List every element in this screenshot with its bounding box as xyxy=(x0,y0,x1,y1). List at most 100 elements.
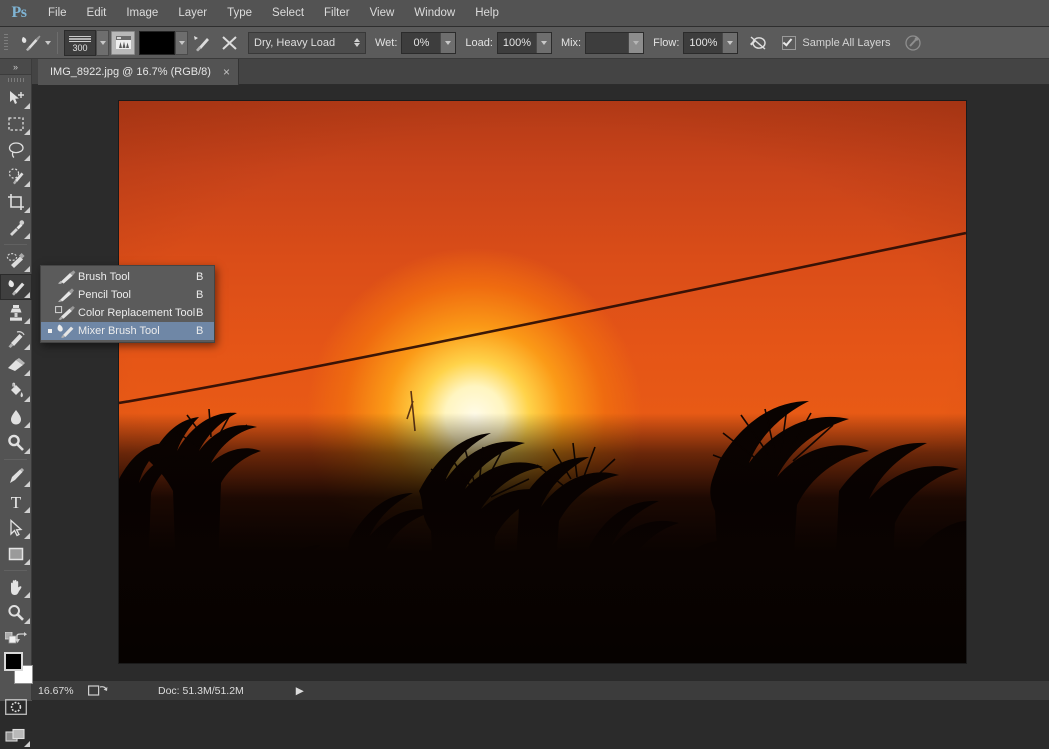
dodge-tool[interactable] xyxy=(0,430,32,456)
flyout-item-color-replacement-tool[interactable]: Color Replacement Tool B xyxy=(41,304,214,322)
blur-tool[interactable] xyxy=(0,404,32,430)
expand-toolbar-button[interactable]: » xyxy=(0,59,31,75)
spot-healing-brush-tool[interactable] xyxy=(0,248,32,274)
path-selection-tool[interactable] xyxy=(0,515,32,541)
eraser-tool[interactable] xyxy=(0,352,32,378)
quick-selection-tool[interactable] xyxy=(0,163,32,189)
mix-field[interactable] xyxy=(585,31,645,54)
load-chevron-down-icon[interactable] xyxy=(535,32,551,53)
blend-preset-spinner-icon[interactable] xyxy=(354,38,360,47)
zoom-level-value[interactable]: 16.67% xyxy=(38,685,88,697)
hand-tool[interactable] xyxy=(0,574,32,600)
pen-tool[interactable] xyxy=(0,463,32,489)
airbrush-toggle-button[interactable] xyxy=(745,30,771,56)
menu-item-view[interactable]: View xyxy=(360,0,405,27)
document-info-icon[interactable] xyxy=(88,684,116,697)
check-icon xyxy=(783,35,793,47)
horizontal-type-tool[interactable]: T xyxy=(0,489,32,515)
close-icon[interactable]: × xyxy=(223,66,230,78)
brush-load-chevron-down-icon[interactable] xyxy=(175,30,188,55)
menu-item-edit[interactable]: Edit xyxy=(77,0,117,27)
brush-preset-chevron-down-icon[interactable] xyxy=(96,29,109,56)
history-brush-tool[interactable] xyxy=(0,326,32,352)
crop-icon xyxy=(8,194,24,210)
history-brush-icon xyxy=(8,331,25,348)
flyout-bullet xyxy=(45,329,54,333)
lasso-tool[interactable] xyxy=(0,137,32,163)
brush-size-preview[interactable]: 300 xyxy=(64,29,96,56)
brush-preset-picker[interactable]: 300 xyxy=(64,29,109,56)
resize-grip[interactable] xyxy=(1033,684,1047,698)
flyout-item-mixer-brush-tool[interactable]: Mixer Brush Tool B xyxy=(41,322,214,340)
mix-label: Mix: xyxy=(560,36,582,49)
flyout-item-pencil-tool[interactable]: Pencil Tool B xyxy=(41,286,214,304)
mix-chevron-down-icon[interactable] xyxy=(628,32,644,53)
move-tool[interactable] xyxy=(0,85,32,111)
tablet-pressure-icon xyxy=(905,34,922,51)
menu-item-image[interactable]: Image xyxy=(116,0,168,27)
clone-stamp-tool[interactable] xyxy=(0,300,32,326)
tool-preset-picker[interactable] xyxy=(12,31,51,54)
flow-chevron-down-icon[interactable] xyxy=(722,32,738,53)
load-brush-after-stroke-button[interactable] xyxy=(189,30,215,56)
rectangular-marquee-tool[interactable] xyxy=(0,111,32,137)
spot-healing-brush-icon xyxy=(6,252,25,268)
menu-item-filter[interactable]: Filter xyxy=(314,0,360,27)
gradient-tool[interactable] xyxy=(0,378,32,404)
blur-drop-icon xyxy=(11,410,21,425)
menu-item-type[interactable]: Type xyxy=(217,0,262,27)
flyout-item-brush-tool[interactable]: Brush Tool B xyxy=(41,268,214,286)
status-expand-arrow-icon[interactable]: ▶ xyxy=(296,685,304,697)
swap-colors-icon[interactable] xyxy=(15,632,27,647)
pen-icon xyxy=(10,468,24,483)
options-divider-1 xyxy=(57,31,58,54)
quick-selection-icon xyxy=(8,168,24,185)
menu-item-layer[interactable]: Layer xyxy=(168,0,217,27)
menu-item-select[interactable]: Select xyxy=(262,0,314,27)
blend-preset-select[interactable]: Dry, Heavy Load xyxy=(248,31,366,54)
checkbox-box[interactable] xyxy=(782,35,797,50)
brush-panel-icon xyxy=(115,36,131,49)
eyedropper-tool[interactable] xyxy=(0,215,32,241)
sample-all-layers-checkbox[interactable]: Sample All Layers xyxy=(782,35,890,50)
tool-preset-chevron-down-icon[interactable] xyxy=(45,40,51,45)
crop-tool[interactable] xyxy=(0,189,32,215)
menu-item-file[interactable]: File xyxy=(38,0,77,27)
document-tab[interactable]: IMG_8922.jpg @ 16.7% (RGB/8) × xyxy=(38,59,239,85)
blend-preset-value: Dry, Heavy Load xyxy=(254,36,336,49)
toggle-brush-panel-button[interactable] xyxy=(111,30,135,55)
toolbar-grip[interactable] xyxy=(0,75,31,85)
foreground-color-swatch[interactable] xyxy=(4,652,23,671)
current-brush-load-color-group[interactable] xyxy=(139,30,188,55)
menu-item-window[interactable]: Window xyxy=(404,0,465,27)
brush-tool-flyout-menu[interactable]: Brush Tool B Pencil Tool B Color Replace… xyxy=(40,265,215,343)
flyout-shortcut: B xyxy=(196,289,204,301)
change-screen-mode[interactable] xyxy=(0,723,32,749)
brush-load-color-swatch[interactable] xyxy=(139,30,175,55)
photoshop-logo-icon: Ps xyxy=(11,4,28,21)
zoom-tool[interactable] xyxy=(0,600,32,626)
mixer-brush-tool-icon xyxy=(54,322,78,340)
brush-stroke-preview-icon xyxy=(69,33,91,43)
tool-divider-2 xyxy=(4,459,27,460)
dodge-icon xyxy=(8,434,24,451)
rectangle-tool[interactable] xyxy=(0,541,32,567)
flyout-shortcut: B xyxy=(196,271,204,283)
options-bar-grip[interactable] xyxy=(0,27,12,59)
image-canvas[interactable] xyxy=(119,101,966,663)
flow-field[interactable]: 100% xyxy=(683,31,739,54)
tablet-pressure-button[interactable] xyxy=(900,30,926,56)
mixer-brush-tool[interactable] xyxy=(0,274,32,300)
move-tool-icon xyxy=(10,91,24,104)
foreground-background-colors[interactable] xyxy=(0,650,33,690)
zoom-magnifier-icon xyxy=(8,605,24,621)
document-tab-title: IMG_8922.jpg @ 16.7% (RGB/8) xyxy=(50,66,211,78)
menu-item-help[interactable]: Help xyxy=(465,0,509,27)
wet-chevron-down-icon[interactable] xyxy=(440,32,456,53)
flyout-label: Pencil Tool xyxy=(78,289,131,301)
wet-field[interactable]: 0% xyxy=(401,31,457,54)
clean-brush-after-stroke-button[interactable] xyxy=(217,30,243,56)
edit-in-quick-mask-mode[interactable] xyxy=(0,694,32,720)
quick-mask-icon xyxy=(5,699,27,715)
load-field[interactable]: 100% xyxy=(496,31,552,54)
